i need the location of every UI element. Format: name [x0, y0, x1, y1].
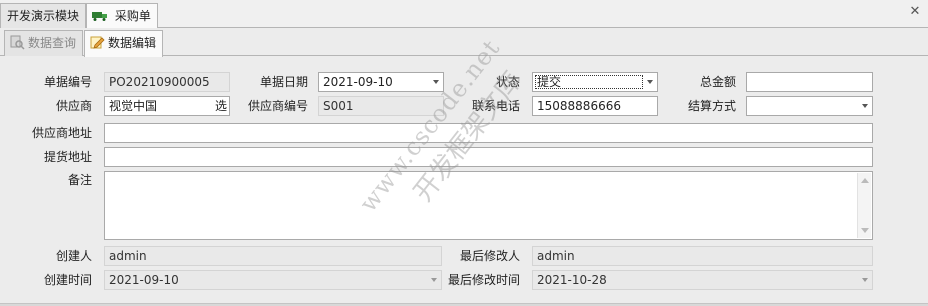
modify-time-field: 2021-10-28	[532, 270, 873, 290]
doc-date-picker[interactable]: 2021-09-10	[318, 72, 444, 92]
truck-icon	[92, 5, 108, 29]
doc-date-label: 单据日期	[259, 75, 308, 89]
remark-label: 备注	[67, 173, 92, 187]
chevron-down-icon[interactable]	[647, 80, 653, 84]
supplier-label: 供应商	[55, 99, 92, 113]
modifier-field: admin	[532, 246, 873, 266]
creator-label: 创建人	[55, 249, 92, 263]
pickup-addr-field[interactable]	[104, 147, 873, 167]
scroll-down-icon[interactable]	[861, 228, 869, 233]
supplier-pick-button[interactable]: 选	[213, 97, 229, 115]
total-label: 总金额	[699, 75, 736, 89]
supplier-code-label: 供应商编号	[247, 99, 308, 113]
phone-field[interactable]: 15088886666	[532, 96, 658, 116]
edit-icon	[89, 34, 105, 50]
remark-textarea[interactable]	[104, 171, 873, 240]
tab-data-query[interactable]: 数据查询	[4, 30, 84, 56]
supplier-addr-field[interactable]	[104, 123, 873, 143]
status-select[interactable]: 提交	[532, 72, 658, 92]
doc-no-field: PO20210900005	[104, 72, 230, 92]
phone-label: 联系电话	[471, 99, 520, 113]
tab-label: 采购单	[114, 9, 151, 23]
status-label: 状态	[495, 75, 520, 89]
doc-no-label: 单据编号	[43, 75, 92, 89]
tab-data-edit[interactable]: 数据编辑	[84, 30, 164, 57]
remark-scrollbar[interactable]	[857, 173, 871, 238]
tab-purchase-order[interactable]: 采购单	[86, 3, 158, 29]
query-icon	[9, 34, 25, 50]
tab-dev-demo-module[interactable]: 开发演示模块	[0, 3, 87, 28]
settle-label: 结算方式	[687, 99, 736, 113]
tab-label: 数据编辑	[108, 36, 157, 50]
chevron-down-icon	[862, 278, 868, 282]
document-tab-bar: 开发演示模块 采购单 ✕	[0, 0, 928, 29]
edit-form: 单据编号 PO20210900005 单据日期 2021-09-10 状态 提交…	[4, 34, 922, 300]
view-tab-bar: 数据查询 数据编辑	[0, 28, 928, 57]
create-time-label: 创建时间	[43, 273, 92, 287]
supplier-addr-label: 供应商地址	[31, 126, 92, 140]
creator-field: admin	[104, 246, 442, 266]
create-time-field: 2021-09-10	[104, 270, 442, 290]
close-icon[interactable]: ✕	[908, 5, 922, 19]
supplier-code-field: S001	[318, 96, 444, 116]
chevron-down-icon[interactable]	[862, 104, 868, 108]
chevron-down-icon[interactable]	[433, 80, 439, 84]
tab-label: 数据查询	[28, 36, 77, 50]
modify-time-label: 最后修改时间	[447, 273, 520, 287]
tab-label: 开发演示模块	[7, 9, 80, 23]
modifier-label: 最后修改人	[459, 249, 520, 263]
total-field[interactable]	[746, 72, 873, 92]
scroll-up-icon[interactable]	[861, 178, 869, 183]
supplier-lookup[interactable]: 视觉中国选	[104, 96, 230, 116]
pickup-addr-label: 提货地址	[43, 150, 92, 164]
settle-select[interactable]	[746, 96, 873, 116]
